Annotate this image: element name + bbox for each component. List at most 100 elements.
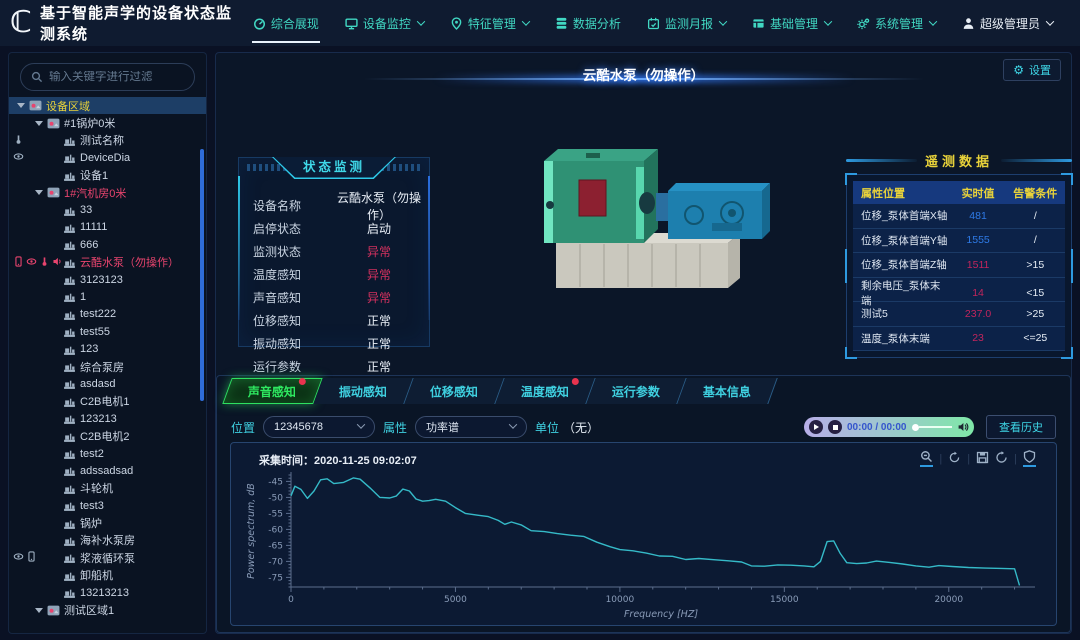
device-icon (63, 534, 76, 547)
tree-item[interactable]: 设备1 (9, 167, 206, 184)
tree-item-label: 666 (80, 239, 98, 251)
sidebar-scrollbar[interactable] (200, 149, 204, 401)
tree-item[interactable]: 123213 (9, 410, 206, 427)
tree-item[interactable]: DeviceDia (9, 149, 206, 166)
telemetry-condition: / (1006, 229, 1065, 253)
tree-item[interactable]: 锅炉 (9, 514, 206, 531)
area-icon (47, 604, 60, 617)
tree-item[interactable]: 海补水泵房 (9, 532, 206, 549)
telemetry-table: 属性位置实时值告警条件位移_泵体首端X轴481/位移_泵体首端Y轴1555/位移… (853, 181, 1065, 351)
app-logo: ℂ (10, 3, 32, 43)
tree-item[interactable]: 测试名称 (9, 132, 206, 149)
tree-item[interactable]: test3 (9, 497, 206, 514)
tree-item[interactable]: test55 (9, 323, 206, 340)
tree-item[interactable]: C2B电机1 (9, 393, 206, 410)
tab-6[interactable]: 基本信息 (677, 378, 777, 404)
tree-item-label: 海补水泵房 (80, 532, 135, 548)
nav-item-label: 系统管理 (875, 15, 923, 32)
tab-5[interactable]: 运行参数 (586, 378, 686, 404)
settings-button[interactable]: ⚙ 设置 (1003, 59, 1061, 81)
stop-button[interactable] (828, 420, 842, 434)
tree-item[interactable]: 33 (9, 201, 206, 218)
nav-item-6[interactable]: 基础管理 (739, 0, 844, 46)
tree-item[interactable]: 1#汽机房0米 (9, 184, 206, 201)
tree-item[interactable]: asdasd (9, 375, 206, 392)
area-icon (47, 186, 60, 199)
status-row-label: 监测状态 (253, 243, 337, 260)
location-select[interactable]: 12345678 (263, 416, 375, 438)
chart-toolbox: ||| (920, 450, 1036, 467)
status-row-value: 正常 (337, 312, 421, 329)
temp-icon (39, 256, 50, 267)
tree-item[interactable]: C2B电机2 (9, 427, 206, 444)
tree-item[interactable]: 测试区域1 (9, 601, 206, 618)
tree-item[interactable]: 11111 (9, 219, 206, 236)
device-icon (63, 325, 76, 338)
tree-item[interactable]: #1锅炉0米 (9, 114, 206, 131)
unit-value: （无） (563, 419, 599, 436)
data-zoom-icon[interactable] (920, 450, 933, 467)
device-icon (63, 517, 76, 530)
attribute-select[interactable]: 功率谱 (415, 416, 527, 438)
tree-expand-arrow-icon[interactable] (35, 608, 43, 613)
device-3d-model[interactable] (516, 123, 806, 313)
restore-icon[interactable] (1023, 450, 1036, 467)
tree-item[interactable]: 3123123 (9, 271, 206, 288)
svg-text:-50: -50 (268, 493, 283, 503)
tab-2[interactable]: 振动感知 (313, 378, 413, 404)
audio-player: 00:00 / 00:00 (804, 417, 974, 437)
tree-item[interactable]: 斗轮机 (9, 480, 206, 497)
tree-item[interactable]: 设备区域 (9, 97, 206, 114)
search-input[interactable] (49, 71, 184, 83)
tree-item[interactable]: 123 (9, 340, 206, 357)
tree-item-label: 设备1 (80, 167, 108, 183)
tree-item[interactable]: 666 (9, 236, 206, 253)
nav-item-4[interactable]: 数据分析 (542, 0, 634, 46)
player-slider[interactable] (912, 424, 953, 431)
nav-item-1[interactable]: 综合展现 (240, 0, 332, 46)
tab-1[interactable]: 声音感知 (222, 378, 322, 404)
tree-item[interactable]: adssadsad (9, 462, 206, 479)
frame-corner (845, 173, 857, 185)
slider-handle[interactable] (912, 424, 919, 431)
nav-item-5[interactable]: 监测月报 (634, 0, 739, 46)
status-row: 设备名称云酷水泵（勿操作） (253, 194, 421, 217)
nav-item-7[interactable]: 系统管理 (844, 0, 949, 46)
tab-4[interactable]: 温度感知 (495, 378, 595, 404)
tab-3[interactable]: 位移感知 (404, 378, 504, 404)
tree-item[interactable]: test2 (9, 445, 206, 462)
tree-item[interactable]: 综合泵房 (9, 358, 206, 375)
tree-item-label: 斗轮机 (80, 480, 113, 496)
nav-item-2[interactable]: 设备监控 (332, 0, 437, 46)
tree-item[interactable]: 浆液循环泵 (9, 549, 206, 566)
tree-expand-arrow-icon[interactable] (35, 190, 43, 195)
device-tree: 设备区域#1锅炉0米测试名称DeviceDia设备11#汽机房0米3311111… (9, 97, 206, 619)
player-time: 00:00 / 00:00 (847, 422, 907, 433)
play-button[interactable] (809, 420, 823, 434)
user-menu[interactable]: 超级管理员 (949, 0, 1066, 46)
refresh-icon[interactable] (995, 451, 1008, 466)
save-image-icon[interactable] (976, 451, 989, 466)
eye-icon (26, 256, 37, 267)
volume-icon[interactable] (957, 421, 969, 433)
tree-expand-arrow-icon[interactable] (17, 103, 25, 108)
tree-item-label: 13213213 (80, 587, 129, 599)
tree-item[interactable]: 1 (9, 288, 206, 305)
telemetry-column-header: 实时值 (951, 181, 1006, 204)
tree-expand-arrow-icon[interactable] (35, 121, 43, 126)
frame-corner (1061, 347, 1073, 359)
search-icon (31, 71, 43, 83)
nav-item-3[interactable]: 特征管理 (437, 0, 542, 46)
power-spectrum-chart[interactable]: -75-70-65-60-55-50-450500010000150002000… (241, 469, 1041, 621)
tree-item-label: 测试区域1 (64, 602, 114, 618)
tree-item[interactable]: 卸船机 (9, 567, 206, 584)
zoom-back-icon[interactable] (948, 451, 961, 466)
tree-item[interactable]: 云酷水泵（勿操作） (9, 254, 206, 271)
view-history-button[interactable]: 查看历史 (986, 415, 1056, 439)
nav-item-label: 基础管理 (770, 15, 818, 32)
settings-button-label: 设置 (1029, 62, 1051, 78)
frame-corner (1061, 173, 1073, 185)
tree-item[interactable]: 13213213 (9, 584, 206, 601)
tree-item-label: adssadsad (80, 465, 133, 477)
tree-item[interactable]: test222 (9, 306, 206, 323)
